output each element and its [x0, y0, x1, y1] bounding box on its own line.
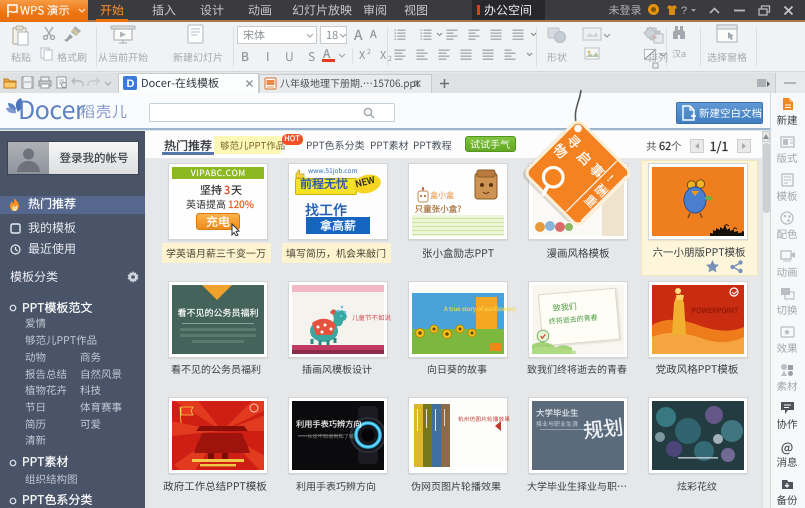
svg-text:D: D	[127, 78, 135, 90]
svg-text:?: ?	[681, 5, 687, 16]
